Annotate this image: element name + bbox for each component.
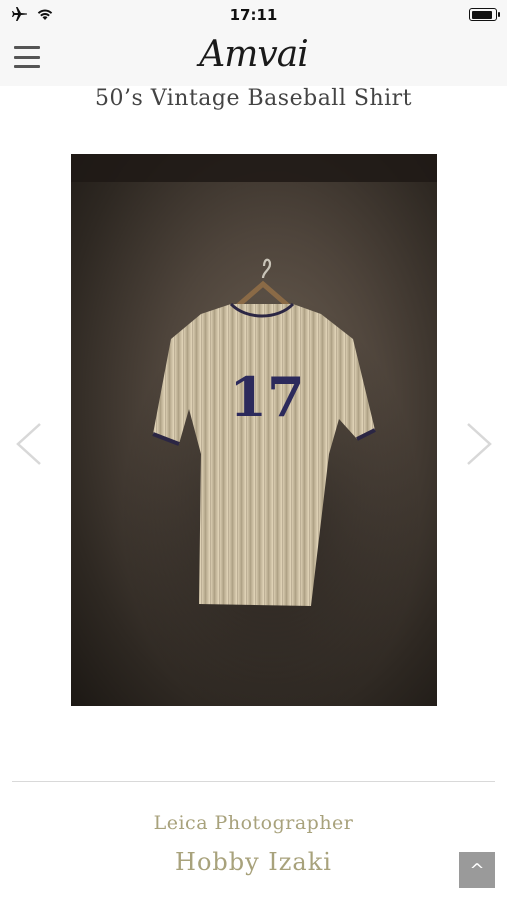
- baseball-shirt-photo: 17: [71, 154, 437, 706]
- jersey-number: 17: [229, 365, 304, 429]
- status-icons-left: [12, 6, 54, 22]
- airplane-icon: [12, 7, 27, 21]
- photographer-name: Hobby Izaki: [175, 848, 332, 876]
- status-time: 17:11: [229, 6, 278, 24]
- chevron-right-icon[interactable]: [462, 420, 496, 468]
- scroll-to-top-button[interactable]: ^: [459, 852, 495, 888]
- photographer-role: Leica Photographer: [153, 812, 354, 834]
- wifi-icon: [37, 9, 53, 20]
- site-logo[interactable]: Amvai: [0, 34, 507, 75]
- battery-icon: [469, 8, 500, 21]
- chevron-left-icon[interactable]: [12, 420, 46, 468]
- status-bar: 17:11: [0, 0, 507, 30]
- article-title: 50’s Vintage Baseball Shirt: [94, 86, 413, 111]
- section-divider: [12, 781, 495, 782]
- app-header: Amvai: [0, 30, 507, 86]
